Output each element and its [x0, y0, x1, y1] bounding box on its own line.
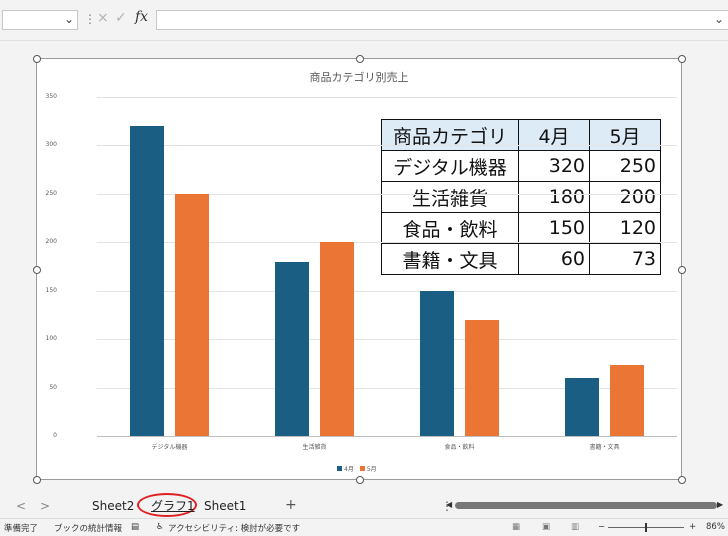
table-row: 食品・飲料 150 120: [381, 212, 661, 244]
legend-swatch: [359, 466, 365, 471]
bar[interactable]: [609, 365, 644, 436]
y-tick-label: 200: [45, 238, 57, 246]
table-cell: 150: [518, 212, 590, 244]
y-tick-label: 300: [45, 141, 57, 149]
more-options-icon[interactable]: ⋮: [84, 12, 96, 26]
chart-area[interactable]: 商品カテゴリ別売上 4月 5月 商品カテゴリ 4月 5月 デジタル機器 320 2…: [33, 55, 686, 484]
table-cell: 320: [518, 150, 590, 182]
y-tick-label: 350: [45, 93, 57, 100]
normal-view-icon[interactable]: ▦: [512, 522, 520, 532]
zoom-slider-thumb[interactable]: [645, 523, 647, 532]
chart-legend[interactable]: 4月 5月: [337, 464, 377, 473]
status-ready: 準備完了: [4, 524, 39, 534]
cancel-icon[interactable]: ×: [97, 10, 109, 26]
tab-sheet1[interactable]: Sheet1: [204, 499, 246, 513]
x-tick-label: 書籍・文具: [589, 444, 620, 451]
gridline: [97, 145, 677, 147]
chevron-down-icon[interactable]: ⌄: [64, 12, 74, 26]
table-cell: 書籍・文具: [381, 243, 519, 275]
y-tick-label: 50: [49, 383, 57, 391]
resize-handle-right[interactable]: [678, 266, 686, 274]
macro-record-icon[interactable]: ▤: [131, 522, 139, 532]
resize-handle-bottom-right[interactable]: [678, 476, 686, 484]
legend-item[interactable]: 5月: [359, 464, 377, 473]
zoom-out-button[interactable]: −: [598, 522, 605, 532]
table-cell: 180: [518, 181, 590, 213]
data-table[interactable]: 商品カテゴリ 4月 5月 デジタル機器 320 250 生活雑貨 180 200…: [381, 119, 661, 275]
table-row: 書籍・文具 60 73: [381, 243, 661, 275]
x-tick-label: デジタル機器: [151, 444, 188, 451]
page-layout-icon[interactable]: ▣: [542, 522, 550, 532]
next-sheet-icon[interactable]: >: [40, 499, 50, 513]
workbook-stats[interactable]: ブックの統計情報: [54, 522, 122, 534]
resize-handle-top-right[interactable]: [678, 55, 686, 63]
table-cell: 60: [518, 243, 590, 275]
table-cell: デジタル機器: [381, 150, 519, 182]
expand-formula-icon[interactable]: ⌄: [714, 12, 724, 26]
legend-label: 5月: [366, 466, 377, 473]
status-bar: 準備完了 ブックの統計情報 ▤ ♿ アクセシビリティ: 検討が必要です ▦ ▣ …: [0, 518, 728, 536]
name-box[interactable]: ⌄: [2, 10, 78, 30]
zoom-slider[interactable]: [608, 523, 684, 532]
add-sheet-button[interactable]: +: [285, 497, 297, 513]
legend-swatch: [337, 466, 342, 471]
sheet-tab-bar: < > Sheet2 グラフ1 Sheet1 + ⋮ ◀ ▶: [0, 493, 728, 518]
y-tick-label: 150: [45, 286, 57, 294]
resize-handle-top[interactable]: [356, 55, 364, 63]
bar[interactable]: [129, 126, 164, 436]
table-cell: 120: [589, 212, 661, 244]
resize-handle-left[interactable]: [33, 266, 41, 274]
legend-item[interactable]: 4月: [337, 464, 354, 473]
formula-bar: ⌄ ⋮ × ✓ fx ⌄: [0, 0, 728, 41]
table-row: デジタル機器 320 250: [381, 150, 661, 182]
scroll-right-icon[interactable]: ▶: [717, 500, 723, 509]
resize-handle-bottom-left[interactable]: [33, 476, 41, 484]
bar[interactable]: [564, 377, 599, 436]
table-cell: 250: [589, 150, 661, 182]
table-row: 生活雑貨 180 200: [381, 181, 661, 213]
y-tick-label: 250: [45, 189, 57, 197]
bar[interactable]: [464, 319, 499, 436]
table-cell: 食品・飲料: [381, 212, 519, 244]
resize-handle-top-left[interactable]: [33, 55, 41, 63]
y-tick-label: 100: [45, 335, 57, 343]
horizontal-scrollbar[interactable]: [455, 502, 717, 509]
scroll-left-icon[interactable]: ◀: [446, 500, 452, 509]
table-cell: 73: [589, 243, 661, 275]
chart-title[interactable]: 商品カテゴリ別売上: [37, 69, 681, 85]
zoom-level[interactable]: 86%: [706, 522, 725, 532]
zoom-in-button[interactable]: +: [689, 522, 696, 532]
table-cell: 生活雑貨: [381, 181, 519, 213]
accessibility-icon: ♿: [156, 522, 164, 532]
bar[interactable]: [274, 261, 309, 436]
tab-graph1[interactable]: グラフ1: [151, 497, 195, 514]
table-cell: 200: [589, 181, 661, 213]
bar[interactable]: [174, 193, 209, 436]
page-break-preview-icon[interactable]: ▥: [571, 522, 579, 532]
formula-input[interactable]: ⌄: [156, 10, 728, 30]
x-tick-label: 食品・飲料: [444, 444, 475, 451]
tab-sheet2[interactable]: Sheet2: [92, 499, 134, 513]
gridline: [97, 436, 677, 437]
resize-handle-bottom[interactable]: [356, 476, 364, 484]
insert-function-button[interactable]: fx: [135, 9, 148, 25]
accessibility-status[interactable]: アクセシビリティ: 検討が必要です: [168, 522, 300, 534]
y-tick-label: 0: [53, 432, 57, 439]
bar[interactable]: [319, 242, 354, 436]
bar[interactable]: [419, 290, 454, 436]
enter-icon[interactable]: ✓: [115, 10, 127, 26]
legend-label: 4月: [344, 466, 354, 473]
gridline: [97, 97, 677, 98]
prev-sheet-icon[interactable]: <: [16, 499, 26, 513]
x-tick-label: 生活雑貨: [302, 444, 327, 451]
